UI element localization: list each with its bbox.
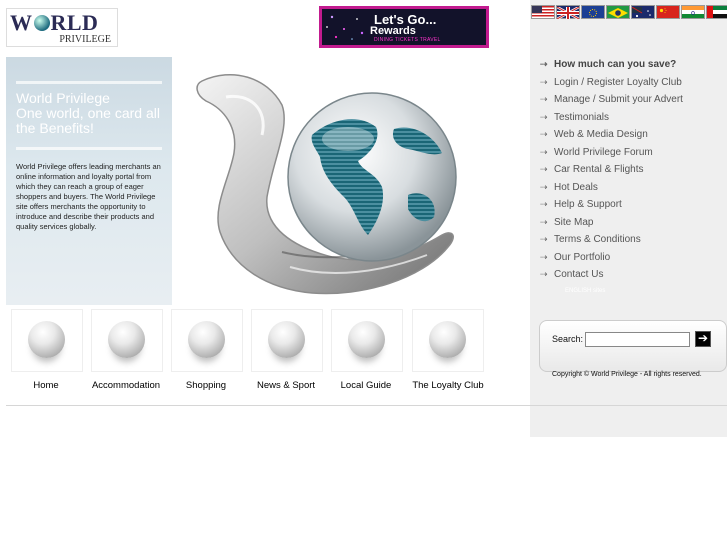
copyright-text: Copyright © World Privilege - All rights…: [552, 371, 702, 378]
tile-news-sport[interactable]: [251, 309, 323, 372]
arrow-right-icon: ⇢: [540, 234, 548, 244]
hero-text-panel: World Privilege One world, one card all …: [6, 57, 172, 305]
tile-home[interactable]: [11, 309, 83, 372]
arrow-right-icon: ⇢: [540, 251, 548, 262]
tile-shopping[interactable]: [171, 309, 243, 372]
nav-contact-us[interactable]: ⇢ Contact Us: [540, 269, 603, 285]
hero-banner: World Privilege One world, one card all …: [6, 57, 490, 305]
arrow-right-icon: ⇢: [540, 76, 548, 87]
globe-icon: [33, 15, 50, 31]
uae-flag-icon[interactable]: [706, 5, 727, 19]
arrow-right-icon: ⇢: [540, 111, 548, 122]
us-flag-icon[interactable]: [531, 5, 555, 19]
search-box: Search: ➔: [539, 320, 727, 372]
tile-local-guide[interactable]: [331, 309, 403, 372]
hero-divider: [16, 81, 162, 84]
hero-divider: [16, 147, 162, 150]
sphere-icon: [28, 321, 65, 358]
nav-forum[interactable]: ⇢ World Privilege Forum: [540, 147, 653, 163]
hero-title: World Privilege: [16, 90, 110, 106]
search-input[interactable]: [585, 332, 690, 347]
tile-label-loyalty-club[interactable]: The Loyalty Club: [405, 380, 491, 391]
hero-description: World Privilege offers leading merchants…: [16, 162, 161, 231]
hero-subtitle: One world, one card all the Benefits!: [16, 105, 160, 136]
lets-go-rewards-banner[interactable]: Let's Go... Rewards DINING TICKETS TRAVE…: [319, 6, 489, 48]
nav-testimonials[interactable]: ⇢ Testimonials: [540, 112, 609, 128]
sparkle-graphic: [326, 15, 364, 40]
tile-label-local-guide[interactable]: Local Guide: [324, 380, 408, 391]
sphere-icon: [348, 321, 385, 358]
sphere-icon: [188, 321, 225, 358]
nav-login-register[interactable]: ⇢ Login / Register Loyalty Club: [540, 77, 682, 93]
arrow-right-icon: ⇢: [540, 94, 548, 104]
nav-terms-conditions[interactable]: ⇢ Terms & Conditions: [540, 234, 641, 250]
banner-tagline: DINING TICKETS TRAVEL: [374, 37, 441, 43]
nav-our-portfolio[interactable]: ⇢ Our Portfolio: [540, 252, 610, 268]
tile-label-news-sport[interactable]: News & Sport: [244, 380, 328, 391]
arrow-right-icon: ⇢: [540, 269, 548, 279]
arrow-right-icon: ⇢: [540, 164, 548, 174]
arrow-right-icon: ⇢: [540, 146, 548, 157]
tile-accommodation[interactable]: [91, 309, 163, 372]
world-privilege-logo[interactable]: W RLD PRIVILEGE: [6, 8, 118, 47]
arrow-right-icon: ⇢: [540, 199, 548, 209]
nav-web-media-design[interactable]: ⇢ Web & Media Design: [540, 129, 648, 145]
uk-flag-icon[interactable]: [556, 5, 580, 21]
search-label: Search:: [552, 334, 584, 344]
nav-help-support[interactable]: ⇢ Help & Support: [540, 199, 622, 215]
sphere-icon: [108, 321, 145, 358]
nav-how-much-can-you-save[interactable]: ⇢ How much can you save?: [540, 59, 676, 75]
nav-hot-deals[interactable]: ⇢ Hot Deals: [540, 182, 598, 198]
search-go-button[interactable]: ➔: [695, 331, 711, 347]
banner-subtitle: Rewards: [370, 25, 416, 37]
india-flag-icon[interactable]: [681, 5, 705, 19]
eu-flag-icon[interactable]: [581, 5, 605, 19]
australia-flag-icon[interactable]: [631, 5, 655, 19]
brazil-flag-icon[interactable]: [606, 5, 630, 19]
tile-label-home[interactable]: Home: [4, 380, 88, 391]
logo-subtitle: PRIVILEGE: [59, 34, 111, 45]
nav-car-rental-flights[interactable]: ⇢ Car Rental & Flights: [540, 164, 643, 180]
sphere-icon: [429, 321, 466, 358]
sphere-icon: [268, 321, 305, 358]
tile-label-accommodation[interactable]: Accommodation: [84, 380, 168, 391]
nav-site-map[interactable]: ⇢ Site Map: [540, 217, 593, 233]
china-flag-icon[interactable]: [656, 5, 680, 19]
arrow-right-icon: ⇢: [540, 59, 548, 69]
tile-label-shopping[interactable]: Shopping: [164, 380, 248, 391]
footer-divider: [6, 405, 727, 406]
arrow-right-icon: ⇢: [540, 216, 548, 227]
english-sites-link[interactable]: ENGLISH sites: [565, 288, 605, 294]
tile-loyalty-club[interactable]: [412, 309, 484, 372]
globe-hand-illustration: [172, 57, 490, 305]
arrow-right-icon: ⇢: [540, 181, 548, 192]
nav-manage-advert[interactable]: ⇢ Manage / Submit your Advert: [540, 94, 683, 110]
arrow-right-icon: ⇢: [540, 129, 548, 139]
